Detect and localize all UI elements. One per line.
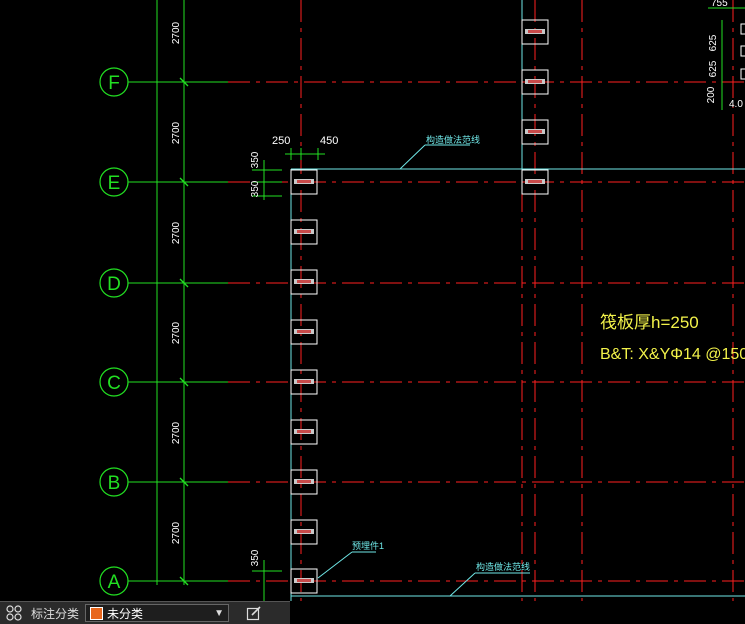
category-color-swatch xyxy=(90,606,104,620)
dim-350-top-1: 350 xyxy=(250,151,261,168)
anchor-core xyxy=(297,280,311,283)
anchor-core xyxy=(297,230,311,233)
anchor-core xyxy=(297,180,311,183)
green-dimension-lines xyxy=(128,0,745,601)
dim-2700-1: 2700 xyxy=(171,21,182,44)
grid-label-F: F xyxy=(108,73,120,94)
annotation-category-toolbar: 标注分类 未分类 ▼ xyxy=(0,601,290,624)
dim-2700-6: 2700 xyxy=(171,521,182,544)
slab-reinforcement-note: B&T: X&YΦ14 @150 xyxy=(600,346,745,363)
dim-2700-2: 2700 xyxy=(171,121,182,144)
red-axis-lines xyxy=(228,0,745,601)
dim-box xyxy=(740,45,745,57)
grid-bubble-E[interactable]: E xyxy=(99,167,129,197)
anchor-core xyxy=(297,430,311,433)
dim-2700-3: 2700 xyxy=(171,221,182,244)
grid-label-A: A xyxy=(108,572,121,593)
grid-label-B: B xyxy=(108,473,121,494)
cyan-slab-outline xyxy=(290,0,745,601)
edit-icon[interactable] xyxy=(243,603,265,623)
grid-label-D: D xyxy=(107,274,121,295)
chevron-down-icon: ▼ xyxy=(214,607,225,619)
anchor-core xyxy=(528,30,542,33)
anchor-core xyxy=(528,180,542,183)
slab-thickness-note: 筏板厚h=250 xyxy=(600,313,699,332)
anchor-core xyxy=(297,480,311,483)
grid-bubble-D[interactable]: D xyxy=(99,268,129,298)
dim-2700-5: 2700 xyxy=(171,421,182,444)
right-dim-625-2: 625 xyxy=(708,60,719,77)
grid-bubble-C[interactable]: C xyxy=(99,367,129,397)
right-dim-4: 4.0 xyxy=(729,99,743,110)
leader-text-top: 构造做法范线 xyxy=(426,134,480,145)
grid-bubble-F[interactable]: F xyxy=(99,67,129,97)
anchor-core xyxy=(528,80,542,83)
anchor-markers xyxy=(290,19,549,594)
category-selected-value: 未分类 xyxy=(107,606,144,621)
dim-450-top: 450 xyxy=(320,135,338,147)
anchor-label-text: 预埋件1 xyxy=(352,540,384,551)
grid-label-C: C xyxy=(107,373,121,394)
dim-2700-4: 2700 xyxy=(171,321,182,344)
category-dropdown[interactable]: 未分类 ▼ xyxy=(85,604,230,622)
dim-box xyxy=(740,23,745,35)
dim-350-bottom: 350 xyxy=(250,549,261,566)
anchor-core xyxy=(297,530,311,533)
anchor-core xyxy=(297,579,311,582)
cad-drawing-canvas[interactable]: F E D C B A 2700 2700 2700 2700 2700 270… xyxy=(0,0,745,601)
right-dim-625-1: 625 xyxy=(708,34,719,51)
category-label: 标注分类 xyxy=(31,606,80,621)
dim-350-top-2: 350 xyxy=(250,180,261,197)
anchor-core xyxy=(297,380,311,383)
right-dim-755: 755 xyxy=(711,0,728,9)
right-dim-200: 200 xyxy=(706,86,717,103)
anchor-core xyxy=(528,130,542,133)
grid-bubble-A[interactable]: A xyxy=(99,566,129,596)
grid-bubble-B[interactable]: B xyxy=(99,467,129,497)
grid-label-E: E xyxy=(108,173,121,194)
dim-box xyxy=(740,68,745,80)
grid-icon[interactable] xyxy=(3,603,25,623)
dim-250-top: 250 xyxy=(272,135,290,147)
anchor-core xyxy=(297,330,311,333)
leader-text-bottom: 构造做法范线 xyxy=(476,561,530,572)
